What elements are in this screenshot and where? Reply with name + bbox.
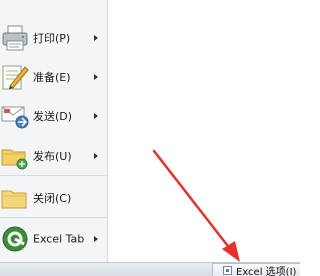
menu-item-label: 关闭(C) bbox=[33, 192, 72, 205]
submenu-arrow-icon bbox=[94, 236, 98, 242]
application-menu: 打印(P) 准备(E) 发送(D) 发布(U) 关闭(C) Excel Tab bbox=[0, 0, 108, 262]
submenu-arrow-icon bbox=[94, 35, 98, 41]
menu-item-label: 发送(D) bbox=[33, 110, 73, 123]
submenu-arrow-icon bbox=[94, 153, 98, 159]
menu-item-label: 准备(E) bbox=[33, 71, 71, 84]
menu-item-excel-tab[interactable]: Excel Tab bbox=[0, 214, 108, 264]
folder-icon bbox=[0, 183, 30, 213]
excel-tab-icon bbox=[0, 224, 30, 254]
options-icon bbox=[223, 266, 232, 275]
menu-item-label: Excel Tab bbox=[33, 232, 85, 246]
publish-icon bbox=[0, 141, 30, 171]
prepare-icon bbox=[0, 62, 30, 92]
save-icon bbox=[0, 0, 30, 6]
send-icon bbox=[0, 101, 30, 131]
submenu-arrow-icon bbox=[94, 113, 98, 119]
excel-options-button[interactable]: Excel 选项(I) bbox=[212, 263, 301, 276]
excel-options-label: Excel 选项(I) bbox=[236, 267, 297, 276]
menu-item-label: 发布(U) bbox=[33, 150, 72, 163]
printer-icon bbox=[0, 23, 30, 53]
submenu-arrow-icon bbox=[94, 74, 98, 80]
menu-item-label: 打印(P) bbox=[33, 32, 71, 45]
